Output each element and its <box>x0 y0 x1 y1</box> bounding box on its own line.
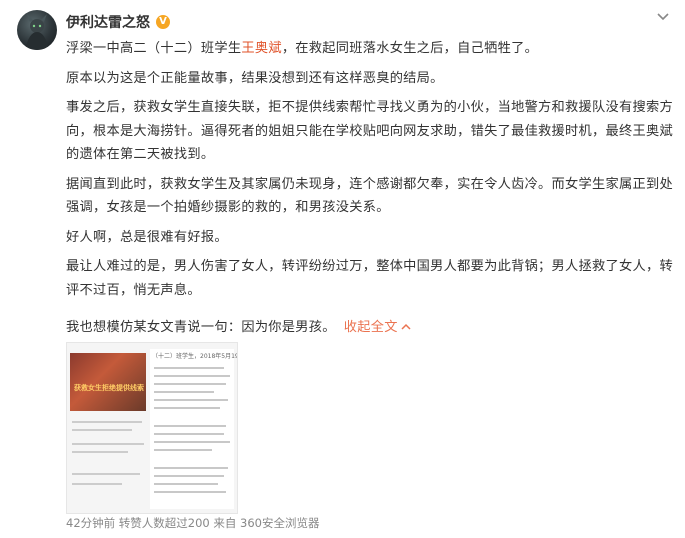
avatar[interactable] <box>17 10 57 50</box>
paragraph-3: 事发之后，获救女学生直接失联，拒不提供线索帮忙寻找义勇为的小伙，当地警方和救援队… <box>66 100 673 162</box>
highlighted-name[interactable]: 王奥斌 <box>241 41 281 56</box>
paragraph-closing: 我也想模仿某女文青说一句：因为你是男孩。 收起全文 <box>66 316 676 340</box>
paragraph-6: 最让人难过的是，男人伤害了女人，转评纷纷过万，整体中国男人都要为此背锅；男人拯救… <box>66 259 673 298</box>
post-meta: 42分钟前 转赞人数超过200 来自 360安全浏览器 <box>66 516 320 530</box>
post-image-thumbnail[interactable]: 获救女生拒绝提供线索 （十二）班学生，2018年5月19 <box>66 342 238 514</box>
thumbnail-caption: 获救女生拒绝提供线索 <box>74 384 144 392</box>
username[interactable]: 伊利达雷之怒 V <box>66 12 170 32</box>
paragraph-4: 据闻直到此时，获救女学生及其家属仍未现身，连个感谢都欠奉，实在令人齿冷。而女学生… <box>66 176 673 216</box>
paragraph-1: 浮梁一中高二（十二）班学生王奥斌，在救起同班落水女生之后，自己牺牲了。 <box>66 41 539 56</box>
paragraph-2: 原本以为这是个正能量故事，结果没想到还有这样恶臭的结局。 <box>66 70 444 86</box>
verified-badge-icon: V <box>156 15 170 29</box>
paragraph-5: 好人啊，总是很难有好报。 <box>66 229 228 245</box>
thumbnail-photo: 获救女生拒绝提供线索 <box>70 353 146 411</box>
chevron-up-icon <box>401 323 411 330</box>
thumbnail-title: （十二）班学生，2018年5月19 <box>152 353 238 360</box>
username-text[interactable]: 伊利达雷之怒 <box>66 12 150 32</box>
thumbnail-text-column: （十二）班学生，2018年5月19 <box>150 349 237 509</box>
chevron-down-icon[interactable] <box>655 8 671 24</box>
post-content: 浮梁一中高二（十二）班学生王奥斌，在救起同班落水女生之后，自己牺牲了。 原本以为… <box>66 37 676 346</box>
collapse-button[interactable]: 收起全文 <box>344 320 412 335</box>
